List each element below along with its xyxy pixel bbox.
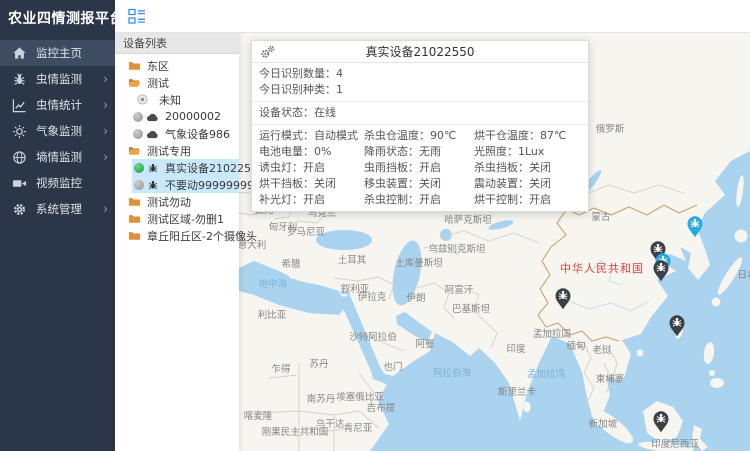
tree-item-label: 测试区域-勿删1 xyxy=(147,211,224,227)
sidebar-item-video-monitor[interactable]: 视频监控 xyxy=(0,170,115,196)
chevron-right-icon: › xyxy=(103,151,108,163)
popup-field: 光照度：1Lux xyxy=(474,144,588,160)
cloud-icon xyxy=(146,129,159,139)
tree-item-label: 真实设备21022550 xyxy=(165,160,265,176)
video-camera-icon xyxy=(12,176,27,191)
tree-item-label: 未知 xyxy=(159,92,181,108)
sidebar-item-system-settings[interactable]: 系统管理 › xyxy=(0,196,115,222)
sidebar-item-label: 监控主页 xyxy=(36,45,82,61)
device-list-panel: 设备列表 东区 测试 未知 20000002 气 xyxy=(115,33,239,451)
status-dot-offline xyxy=(133,112,143,122)
tree-folder-east[interactable]: 东区 xyxy=(115,57,239,74)
chevron-right-icon: › xyxy=(103,73,108,85)
status-dot-offline xyxy=(133,129,143,139)
popup-field: 杀虫控制：开启 xyxy=(364,192,474,208)
tree-folder-zhangqiu[interactable]: 章丘阳丘区-2个摄像头 xyxy=(115,227,239,244)
gear-icon xyxy=(12,202,27,217)
tree-folder-test-region[interactable]: 测试区域-勿删1 xyxy=(115,210,239,227)
popup-field: 移虫装置：关闭 xyxy=(364,176,474,192)
tree-item-label: 测试专用 xyxy=(147,143,191,159)
tree-item-weather-device-986[interactable]: 气象设备986 xyxy=(115,125,239,142)
sidebar-item-label: 虫情监测 xyxy=(36,71,82,87)
popup-field: 虫雨挡板：开启 xyxy=(364,160,474,176)
status-dot-offline xyxy=(134,180,144,190)
device-info-popup: 真实设备21022550 今日识别数量：4 今日识别种类：1 设备状态：在线 运… xyxy=(251,40,589,212)
sidebar-item-insect-stats[interactable]: 虫情统计 › xyxy=(0,92,115,118)
popup-field: 降雨状态：无雨 xyxy=(364,144,474,160)
popup-field: 运行模式：自动模式 xyxy=(259,128,364,144)
popup-field: 电池电量：0% xyxy=(259,144,364,160)
bug-icon xyxy=(147,162,159,174)
status-dot-online xyxy=(134,163,144,173)
tree-item-unknown[interactable]: 未知 xyxy=(115,91,239,108)
popup-field: 震动装置：关闭 xyxy=(474,176,588,192)
tree-toggle-icon[interactable] xyxy=(128,8,146,25)
popup-device-status: 设备状态：在线 xyxy=(259,105,588,121)
chevron-right-icon: › xyxy=(103,99,108,111)
sidebar-item-label: 墒情监测 xyxy=(36,149,82,165)
device-tree: 东区 测试 未知 20000002 气象设备986 xyxy=(115,54,239,244)
folder-open-icon xyxy=(128,77,141,88)
popup-stats-section: 今日识别数量：4 今日识别种类：1 xyxy=(252,63,588,102)
folder-closed-icon xyxy=(128,196,141,207)
sidebar-item-label: 系统管理 xyxy=(36,201,82,217)
sidebar-item-label: 虫情统计 xyxy=(36,97,82,113)
tree-item-device-20000002[interactable]: 20000002 xyxy=(115,108,239,125)
tree-item-label: 不要动99999999 xyxy=(165,177,254,193)
folder-closed-icon xyxy=(128,60,141,71)
chevron-right-icon: › xyxy=(103,125,108,137)
folder-closed-icon xyxy=(128,213,141,224)
tree-item-label: 章丘阳丘区-2个摄像头 xyxy=(147,228,257,244)
app-window: 农业四情测报平台 监控主页 虫情监测 › 虫情统计 › 气象监测 › xyxy=(0,0,750,451)
radio-icon xyxy=(137,94,148,105)
popup-stat: 今日识别种类：1 xyxy=(259,82,588,98)
sidebar-menu: 监控主页 虫情监测 › 虫情统计 › 气象监测 › 墒情监测 › xyxy=(0,40,115,222)
tree-folder-test-dedicated[interactable]: 测试专用 xyxy=(115,142,239,159)
popup-field: 烘干仓温度：87℃ xyxy=(474,128,588,144)
sidebar-item-insect-monitor[interactable]: 虫情监测 › xyxy=(0,66,115,92)
tree-item-label: 20000002 xyxy=(165,110,221,123)
app-title: 农业四情测报平台 xyxy=(0,0,115,38)
tree-item-label: 气象设备986 xyxy=(165,126,230,142)
globe-icon xyxy=(12,150,27,165)
folder-open-icon xyxy=(128,145,141,156)
sidebar-item-label: 视频监控 xyxy=(36,175,82,191)
popup-status-section: 设备状态：在线 xyxy=(252,102,588,125)
device-list-header: 设备列表 xyxy=(115,33,239,54)
sidebar-item-label: 气象监测 xyxy=(36,123,82,139)
top-bar xyxy=(115,0,750,33)
chart-icon xyxy=(12,98,27,113)
sidebar: 农业四情测报平台 监控主页 虫情监测 › 虫情统计 › 气象监测 › xyxy=(0,0,115,451)
popup-field: 诱虫灯：开启 xyxy=(259,160,364,176)
popup-field: 烘干挡板：关闭 xyxy=(259,176,364,192)
tree-item-real-device[interactable]: 真实设备21022550 xyxy=(132,159,239,176)
bug-icon xyxy=(12,72,27,87)
chevron-right-icon: › xyxy=(103,203,108,215)
tree-item-do-not-move-device[interactable]: 不要动99999999 xyxy=(132,176,239,193)
popup-detail-grid: 运行模式：自动模式 杀虫仓温度：90℃ 烘干仓温度：87℃ 电池电量：0% 降雨… xyxy=(252,125,588,211)
popup-field: 杀虫挡板：关闭 xyxy=(474,160,588,176)
tree-item-label: 测试勿动 xyxy=(147,194,191,210)
popup-title: 真实设备21022550 xyxy=(365,45,474,59)
cloud-icon xyxy=(146,112,159,122)
popup-field: 补光灯：开启 xyxy=(259,192,364,208)
tree-folder-test-no-touch[interactable]: 测试勿动 xyxy=(115,193,239,210)
sidebar-item-weather-monitor[interactable]: 气象监测 › xyxy=(0,118,115,144)
tree-item-label: 测试 xyxy=(147,75,169,91)
popup-stat: 今日识别数量：4 xyxy=(259,66,588,82)
sidebar-item-soil-monitor[interactable]: 墒情监测 › xyxy=(0,144,115,170)
tree-item-label: 东区 xyxy=(147,58,169,74)
home-icon xyxy=(12,46,27,61)
settings-gears-icon[interactable] xyxy=(260,44,276,60)
sidebar-item-home[interactable]: 监控主页 xyxy=(0,40,115,66)
tree-folder-test[interactable]: 测试 xyxy=(115,74,239,91)
popup-field: 烘干控制：开启 xyxy=(474,192,588,208)
bug-icon xyxy=(147,179,159,191)
popup-field: 杀虫仓温度：90℃ xyxy=(364,128,474,144)
folder-closed-icon xyxy=(128,230,141,241)
popup-header: 真实设备21022550 xyxy=(252,41,588,63)
sun-icon xyxy=(12,124,27,139)
